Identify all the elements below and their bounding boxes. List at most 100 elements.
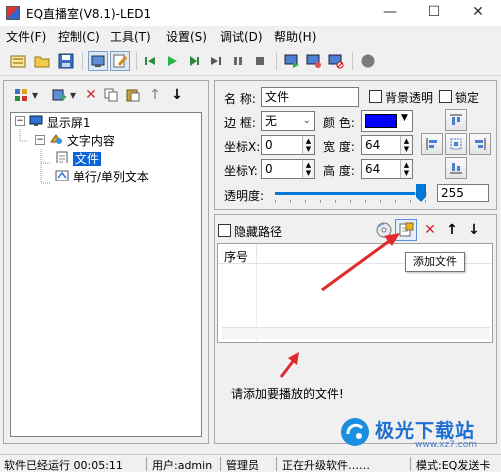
screen-view-icon[interactable] [88,51,108,71]
screen-off-icon[interactable] [326,51,346,71]
file-list-panel: 隐藏路径 ✕ ↑ ↓ 序号 请添加要播放的文件! [214,214,497,444]
align-bottom-icon[interactable] [445,157,467,179]
horizontal-scrollbar[interactable] [222,327,490,339]
move-up-icon[interactable]: ↑ [443,221,461,239]
width-value: 64 [365,138,381,152]
menu-debug[interactable]: 调试(D) [220,28,263,45]
window-title: EQ直播室(V8.1)-LED1 [26,7,152,21]
y-spinner[interactable]: ▲ ▼ [302,160,314,178]
toolbar-separator [352,52,353,70]
save-icon[interactable] [56,51,76,71]
disc-icon[interactable] [375,221,393,239]
add-item-icon[interactable] [50,86,68,104]
pause-icon[interactable] [228,51,248,71]
watermark-logo-icon [341,418,369,446]
menu-help[interactable]: 帮助(H) [274,28,316,45]
x-spinner[interactable]: ▲ ▼ [302,136,314,154]
tooltip: 添加文件 [405,252,465,272]
empty-list-hint: 请添加要播放的文件! [231,387,344,401]
hide-path-label: 隐藏路径 [234,225,283,239]
height-label: 高 度: [323,164,355,178]
opacity-slider[interactable] [271,181,431,205]
move-down-icon[interactable]: ↓ [168,86,186,104]
name-label: 名 称: [224,92,256,106]
menu-file[interactable]: 文件(F) [6,28,46,45]
align-left-icon[interactable] [421,133,443,155]
chevron-down-icon[interactable]: ▾ [68,86,78,104]
y-input[interactable]: 0 ▲ ▼ [261,159,315,179]
paste-icon[interactable] [124,86,142,104]
name-input[interactable]: 文件 [261,87,359,107]
tree-node-single-text[interactable]: 单行/单列文本 [55,168,149,185]
program-tree-panel: ▾ ▾ ✕ ↑ ↓ − 显示屏1 − 文字内容 文件 单行/单列文本 [3,80,209,444]
title-bar: EQ直播室(V8.1)-LED1 — ☐ ✕ [0,0,501,26]
toolbar-separator [276,52,277,70]
screen-settings-icon[interactable] [304,51,324,71]
status-separator [146,457,147,471]
tree-node-screen[interactable]: 显示屏1 [29,114,90,131]
layout-icon[interactable] [12,86,30,104]
record-icon[interactable] [358,51,378,71]
open-folder-icon[interactable] [32,51,52,71]
chevron-down-icon: ⌄ [302,115,311,126]
tree-node-file[interactable]: 文件 [55,150,101,167]
border-select[interactable]: 无 ⌄ [261,111,315,131]
close-button[interactable]: ✕ [456,0,500,26]
height-input[interactable]: 64 ▲ ▼ [361,159,413,179]
add-file-button[interactable] [395,219,417,241]
border-select-value: 无 [265,114,278,128]
move-up-icon[interactable]: ↑ [146,86,164,104]
minimize-button[interactable]: — [368,0,412,26]
x-input[interactable]: 0 ▲ ▼ [261,135,315,155]
width-label: 宽 度: [323,140,355,154]
toolbar-separator [136,52,137,70]
color-label: 颜 色: [323,116,355,130]
status-separator [220,457,221,471]
bg-transparent-label: 背景透明 [385,91,434,105]
color-picker[interactable]: ▼ [361,110,413,132]
send-screen-icon[interactable] [282,51,302,71]
properties-panel: 名 称: 文件 背景透明 锁定 边 框: 无 ⌄ 颜 色: ▼ 坐标X: 0 ▲… [214,80,497,210]
edit-icon[interactable] [110,51,130,71]
status-bar: 软件已经运行 00:05:11 用户:admin 管理员 正在升级软件…… 模式… [0,454,501,472]
move-down-icon[interactable]: ↓ [465,221,483,239]
delete-file-icon[interactable]: ✕ [421,221,439,239]
last-icon[interactable] [206,51,226,71]
menu-tools[interactable]: 工具(T) [110,28,151,45]
status-separator [410,457,411,471]
width-spinner[interactable]: ▲ ▼ [400,136,412,154]
align-center-icon[interactable] [445,133,467,155]
play-icon[interactable] [162,51,182,71]
status-role: 管理员 [226,459,259,472]
collapse-toggle[interactable]: − [35,135,45,145]
first-icon[interactable] [140,51,160,71]
tree-node-text-group[interactable]: 文字内容 [49,132,115,149]
monitor-icon [29,115,43,126]
delete-icon[interactable]: ✕ [82,86,100,104]
align-right-icon[interactable] [469,133,491,155]
y-label: 坐标Y: [224,164,258,178]
tree-node-label: 显示屏1 [46,116,91,130]
column-header-seq[interactable]: 序号 [224,248,248,265]
hide-path-checkbox[interactable] [218,224,231,237]
status-running: 软件已经运行 00:05:11 [4,459,123,472]
bg-transparent-checkbox[interactable] [369,90,382,103]
opacity-input[interactable]: 255 [437,184,489,202]
file-icon [56,151,68,163]
menu-control[interactable]: 控制(C) [58,28,100,45]
copy-icon[interactable] [102,86,120,104]
height-spinner[interactable]: ▲ ▼ [400,160,412,178]
lock-checkbox[interactable] [439,90,452,103]
new-icon[interactable] [8,51,28,71]
collapse-toggle[interactable]: − [15,116,25,126]
program-tree[interactable]: − 显示屏1 − 文字内容 文件 单行/单列文本 [10,112,202,437]
border-label: 边 框: [224,116,256,130]
width-input[interactable]: 64 ▲ ▼ [361,135,413,155]
stop-icon[interactable] [250,51,270,71]
maximize-button[interactable]: ☐ [412,0,456,26]
chevron-down-icon[interactable]: ▾ [30,86,40,104]
slider-fill [275,192,415,195]
align-top-icon[interactable] [445,109,467,131]
menu-settings[interactable]: 设置(S) [166,28,207,45]
step-icon[interactable] [184,51,204,71]
